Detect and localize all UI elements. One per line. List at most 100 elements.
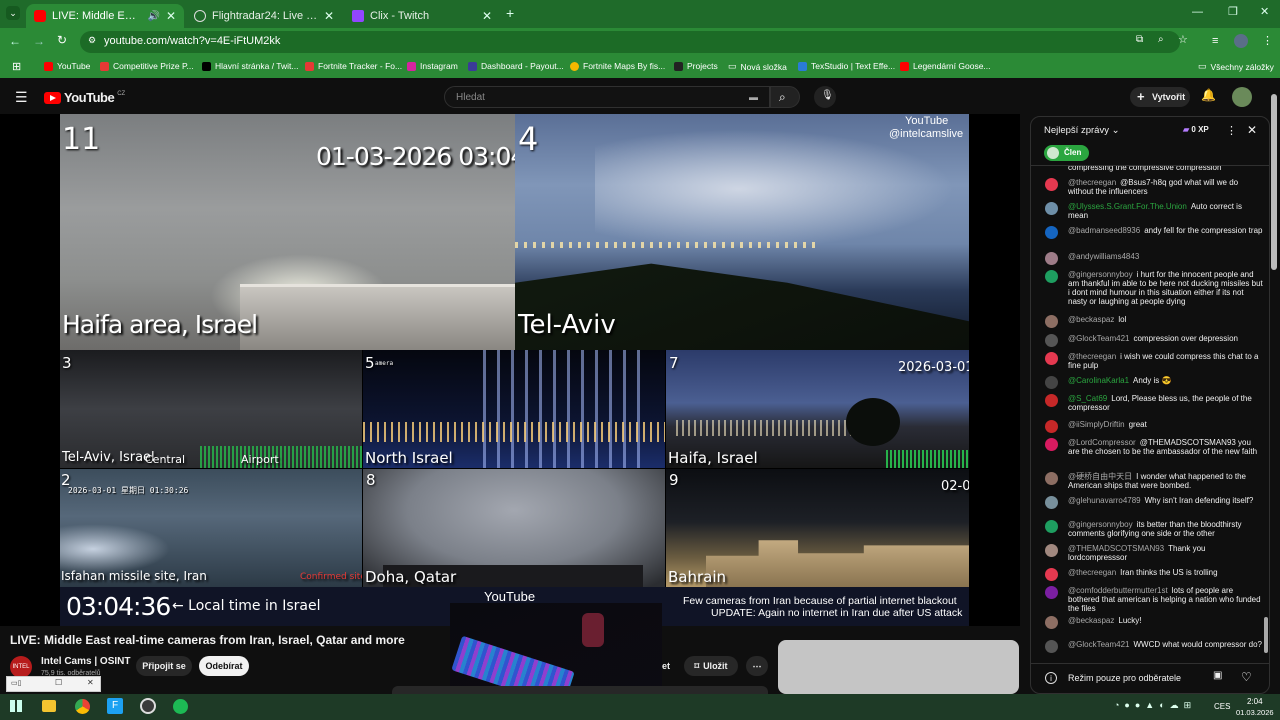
- chat-author-avatar[interactable]: [1045, 202, 1058, 215]
- chat-message[interactable]: @Ulysses.S.Grant.For.The.Union Auto corre…: [1045, 202, 1263, 220]
- close-tab-icon[interactable]: ✕: [166, 9, 176, 23]
- chat-author-avatar[interactable]: [1045, 252, 1058, 265]
- like-heart-icon[interactable]: ♡: [1241, 670, 1252, 684]
- subscribe-button[interactable]: Odebírat: [199, 656, 249, 676]
- chat-message[interactable]: @CarolinaKarla1 Andy is 😎: [1045, 376, 1263, 389]
- chat-message[interactable]: @S_Cat69 Lord, Please bless us, the peopl…: [1045, 394, 1263, 412]
- recommended-thumbnail[interactable]: [778, 640, 1019, 694]
- chat-author-avatar[interactable]: [1045, 496, 1058, 509]
- forward-icon[interactable]: →: [33, 34, 45, 48]
- hamburger-menu-icon[interactable]: ☰: [15, 89, 28, 106]
- chat-author-name[interactable]: @thecreegan: [1068, 568, 1116, 577]
- chat-author-name[interactable]: @GlockTeam421: [1068, 334, 1129, 343]
- notifications-bell-icon[interactable]: 🔔: [1201, 88, 1216, 102]
- chat-message[interactable]: @thecreegan Iran thinks the US is trollin…: [1045, 568, 1263, 581]
- chat-author-avatar[interactable]: [1045, 616, 1058, 629]
- tab-groups-icon[interactable]: ≡: [1212, 35, 1218, 47]
- chat-message[interactable]: @thecreegan @Bsus7-h8q god what will we d…: [1045, 178, 1263, 196]
- description-box[interactable]: [392, 686, 768, 694]
- page-scrollbar[interactable]: [1271, 94, 1277, 270]
- create-button[interactable]: + Vytvořit: [1130, 87, 1190, 107]
- join-button[interactable]: Připojit se: [136, 656, 192, 676]
- mini-window-popup[interactable]: ▭▯ ☐ ✕: [6, 676, 101, 692]
- reload-icon[interactable]: ↻: [57, 33, 67, 47]
- back-icon[interactable]: ←: [9, 34, 21, 48]
- window-maximize-icon[interactable]: ☐: [55, 678, 62, 687]
- chat-message-list[interactable]: compressing the compressive compression @…: [1031, 166, 1263, 663]
- chat-mode-dropdown[interactable]: Nejlepší zprávy ⌄: [1044, 125, 1120, 136]
- chat-author-name[interactable]: @thecreegan: [1068, 178, 1116, 187]
- chat-author-avatar[interactable]: [1045, 394, 1058, 407]
- bookmark-fortnite-tracker[interactable]: Fortnite Tracker - Fo...: [305, 61, 402, 71]
- close-tab-icon[interactable]: ✕: [482, 9, 492, 23]
- chat-author-name[interactable]: @S_Cat69: [1068, 394, 1107, 403]
- install-icon[interactable]: ⧉: [1136, 34, 1143, 45]
- chat-message[interactable]: @beckaspaz Lucky!: [1045, 616, 1263, 629]
- chat-author-name[interactable]: @GlockTeam421: [1068, 640, 1129, 649]
- youtube-logo[interactable]: YouTube CZ: [44, 90, 125, 105]
- taskbar-date[interactable]: 01.03.2026: [1236, 708, 1274, 717]
- chat-message[interactable]: @THEMADSCOTSMAN93 Thank you lordcompresss…: [1045, 544, 1263, 562]
- zoom-icon[interactable]: ⌕: [1158, 34, 1164, 45]
- search-input[interactable]: Hledat ▬: [444, 86, 770, 108]
- chat-message[interactable]: @comfodderbuttermutter1st lots of people …: [1045, 586, 1263, 613]
- chat-message[interactable]: @badmanseed8936 andy fell for the compres…: [1045, 226, 1263, 239]
- new-tab-button[interactable]: +: [506, 5, 514, 21]
- bookmark-twitter[interactable]: Hlavní stránka / Twit...: [202, 61, 298, 71]
- file-explorer-icon[interactable]: [42, 700, 56, 712]
- chat-author-avatar[interactable]: [1045, 640, 1058, 653]
- bookmark-texstudio[interactable]: TexStudio | Text Effe...: [798, 61, 895, 71]
- minimize-icon[interactable]: —: [1192, 6, 1203, 18]
- chat-scrollbar[interactable]: [1264, 617, 1268, 653]
- chat-author-avatar[interactable]: [1045, 352, 1058, 365]
- chat-message[interactable]: compressing the compressive compression: [1045, 166, 1263, 172]
- chat-author-avatar[interactable]: [1045, 420, 1058, 433]
- chat-author-name[interactable]: @gingersonnyboy: [1068, 520, 1133, 529]
- chat-message[interactable]: @LordCompressor @THEMADSCOTSMAN93 you are…: [1045, 438, 1263, 456]
- tray-icons[interactable]: ◔●●▲◐☁⊞: [1114, 700, 1196, 711]
- chat-author-name[interactable]: @THEMADSCOTSMAN93: [1068, 544, 1164, 553]
- chat-author-name[interactable]: @beckaspaz: [1068, 616, 1114, 625]
- chat-author-name[interactable]: @badmanseed8936: [1068, 226, 1140, 235]
- bookmark-instagram[interactable]: Instagram: [407, 61, 458, 71]
- chat-author-avatar[interactable]: [1045, 472, 1058, 485]
- chrome-icon[interactable]: [75, 699, 90, 714]
- bookmark-star-icon[interactable]: ☆: [1178, 33, 1188, 46]
- bookmark-folder[interactable]: ▭ Nová složka: [728, 61, 787, 72]
- chat-message[interactable]: @iiSimplyDriftin great: [1045, 420, 1263, 433]
- profile-avatar[interactable]: [1234, 34, 1248, 48]
- tab-youtube-live[interactable]: LIVE: Middle East real-time 🔊 ✕: [26, 4, 184, 28]
- chat-author-name[interactable]: @comfodderbuttermutter1st: [1068, 586, 1168, 595]
- browser-menu-icon[interactable]: ⋮: [1262, 34, 1273, 47]
- chat-message[interactable]: @thecreegan i wish we could compress this…: [1045, 352, 1263, 370]
- chat-message[interactable]: @硬桥自由中天日 I wonder what happened to the Am…: [1045, 472, 1263, 490]
- chat-message[interactable]: @glehunavarro4789 Why isn't Iran defendin…: [1045, 496, 1263, 509]
- tab-search-button[interactable]: ⌄: [6, 6, 20, 20]
- close-tab-icon[interactable]: ✕: [324, 9, 334, 23]
- chat-author-avatar[interactable]: [1045, 315, 1058, 328]
- restore-icon[interactable]: ❐: [1228, 5, 1238, 18]
- more-actions-button[interactable]: ⋯: [746, 656, 768, 676]
- chat-author-name[interactable]: @gingersonnyboy: [1068, 270, 1133, 279]
- chat-author-avatar[interactable]: [1045, 178, 1058, 191]
- chat-menu-icon[interactable]: ⋮: [1226, 124, 1237, 137]
- chat-message[interactable]: @GlockTeam421 WWCD what would compressor …: [1045, 640, 1263, 653]
- start-icon[interactable]: [10, 700, 22, 712]
- chat-author-avatar[interactable]: [1045, 520, 1058, 533]
- bookmark-dashboard[interactable]: Dashboard - Payout...: [468, 61, 564, 71]
- account-avatar[interactable]: [1232, 87, 1252, 107]
- tab-twitch[interactable]: Clix - Twitch ✕: [344, 4, 500, 28]
- chat-author-avatar[interactable]: [1045, 586, 1058, 599]
- super-chat-icon[interactable]: ▣: [1213, 670, 1222, 681]
- chat-message[interactable]: @gingersonnyboy i hurt for the innocent p…: [1045, 270, 1263, 306]
- voice-search-button[interactable]: 🎙: [814, 86, 836, 108]
- site-info-icon[interactable]: ⚙: [88, 35, 96, 46]
- chat-author-name[interactable]: @LordCompressor: [1068, 438, 1136, 447]
- chat-author-name[interactable]: @glehunavarro4789: [1068, 496, 1141, 505]
- search-button[interactable]: ⌕: [770, 86, 800, 108]
- chat-author-name[interactable]: @thecreegan: [1068, 352, 1116, 361]
- bookmark-projects[interactable]: Projects: [674, 61, 718, 71]
- bookmark-goose[interactable]: Legendární Goose...: [900, 61, 991, 71]
- taskbar-time[interactable]: 2:04: [1247, 697, 1263, 706]
- channel-name[interactable]: Intel Cams | OSINT: [41, 656, 130, 667]
